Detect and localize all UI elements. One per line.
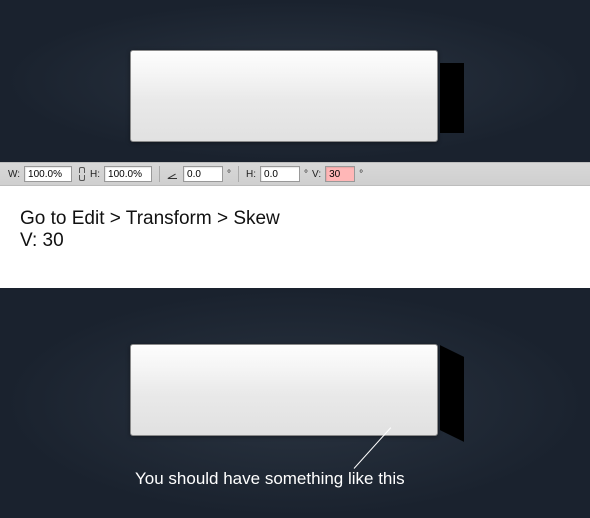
transform-options-bar: W: H: ° H: ° V: ° [0,162,590,186]
canvas-before [0,0,590,162]
height-label: H: [90,169,100,180]
instruction-line-2: V: 30 [20,230,590,252]
degree-symbol: ° [359,169,363,180]
rotation-input[interactable] [183,166,223,182]
skew-v-input[interactable] [325,166,355,182]
result-caption: You should have something like this [135,469,405,489]
height-input[interactable] [104,166,152,182]
width-label: W: [8,169,20,180]
back-rectangle [440,63,464,133]
divider [238,166,239,182]
instruction-line-1: Go to Edit > Transform > Skew [20,208,590,230]
canvas-after: You should have something like this [0,288,590,518]
front-rectangle [130,50,438,142]
skew-v-label: V: [312,169,321,180]
skew-h-input[interactable] [260,166,300,182]
angle-icon [167,168,179,180]
degree-symbol: ° [227,169,231,180]
width-input[interactable] [24,166,72,182]
link-icon[interactable] [76,167,86,181]
divider [159,166,160,182]
skew-h-label: H: [246,169,256,180]
instruction-panel: Go to Edit > Transform > Skew V: 30 [0,186,590,288]
degree-symbol: ° [304,169,308,180]
back-rectangle-skewed [440,345,464,442]
front-rectangle [130,344,438,436]
